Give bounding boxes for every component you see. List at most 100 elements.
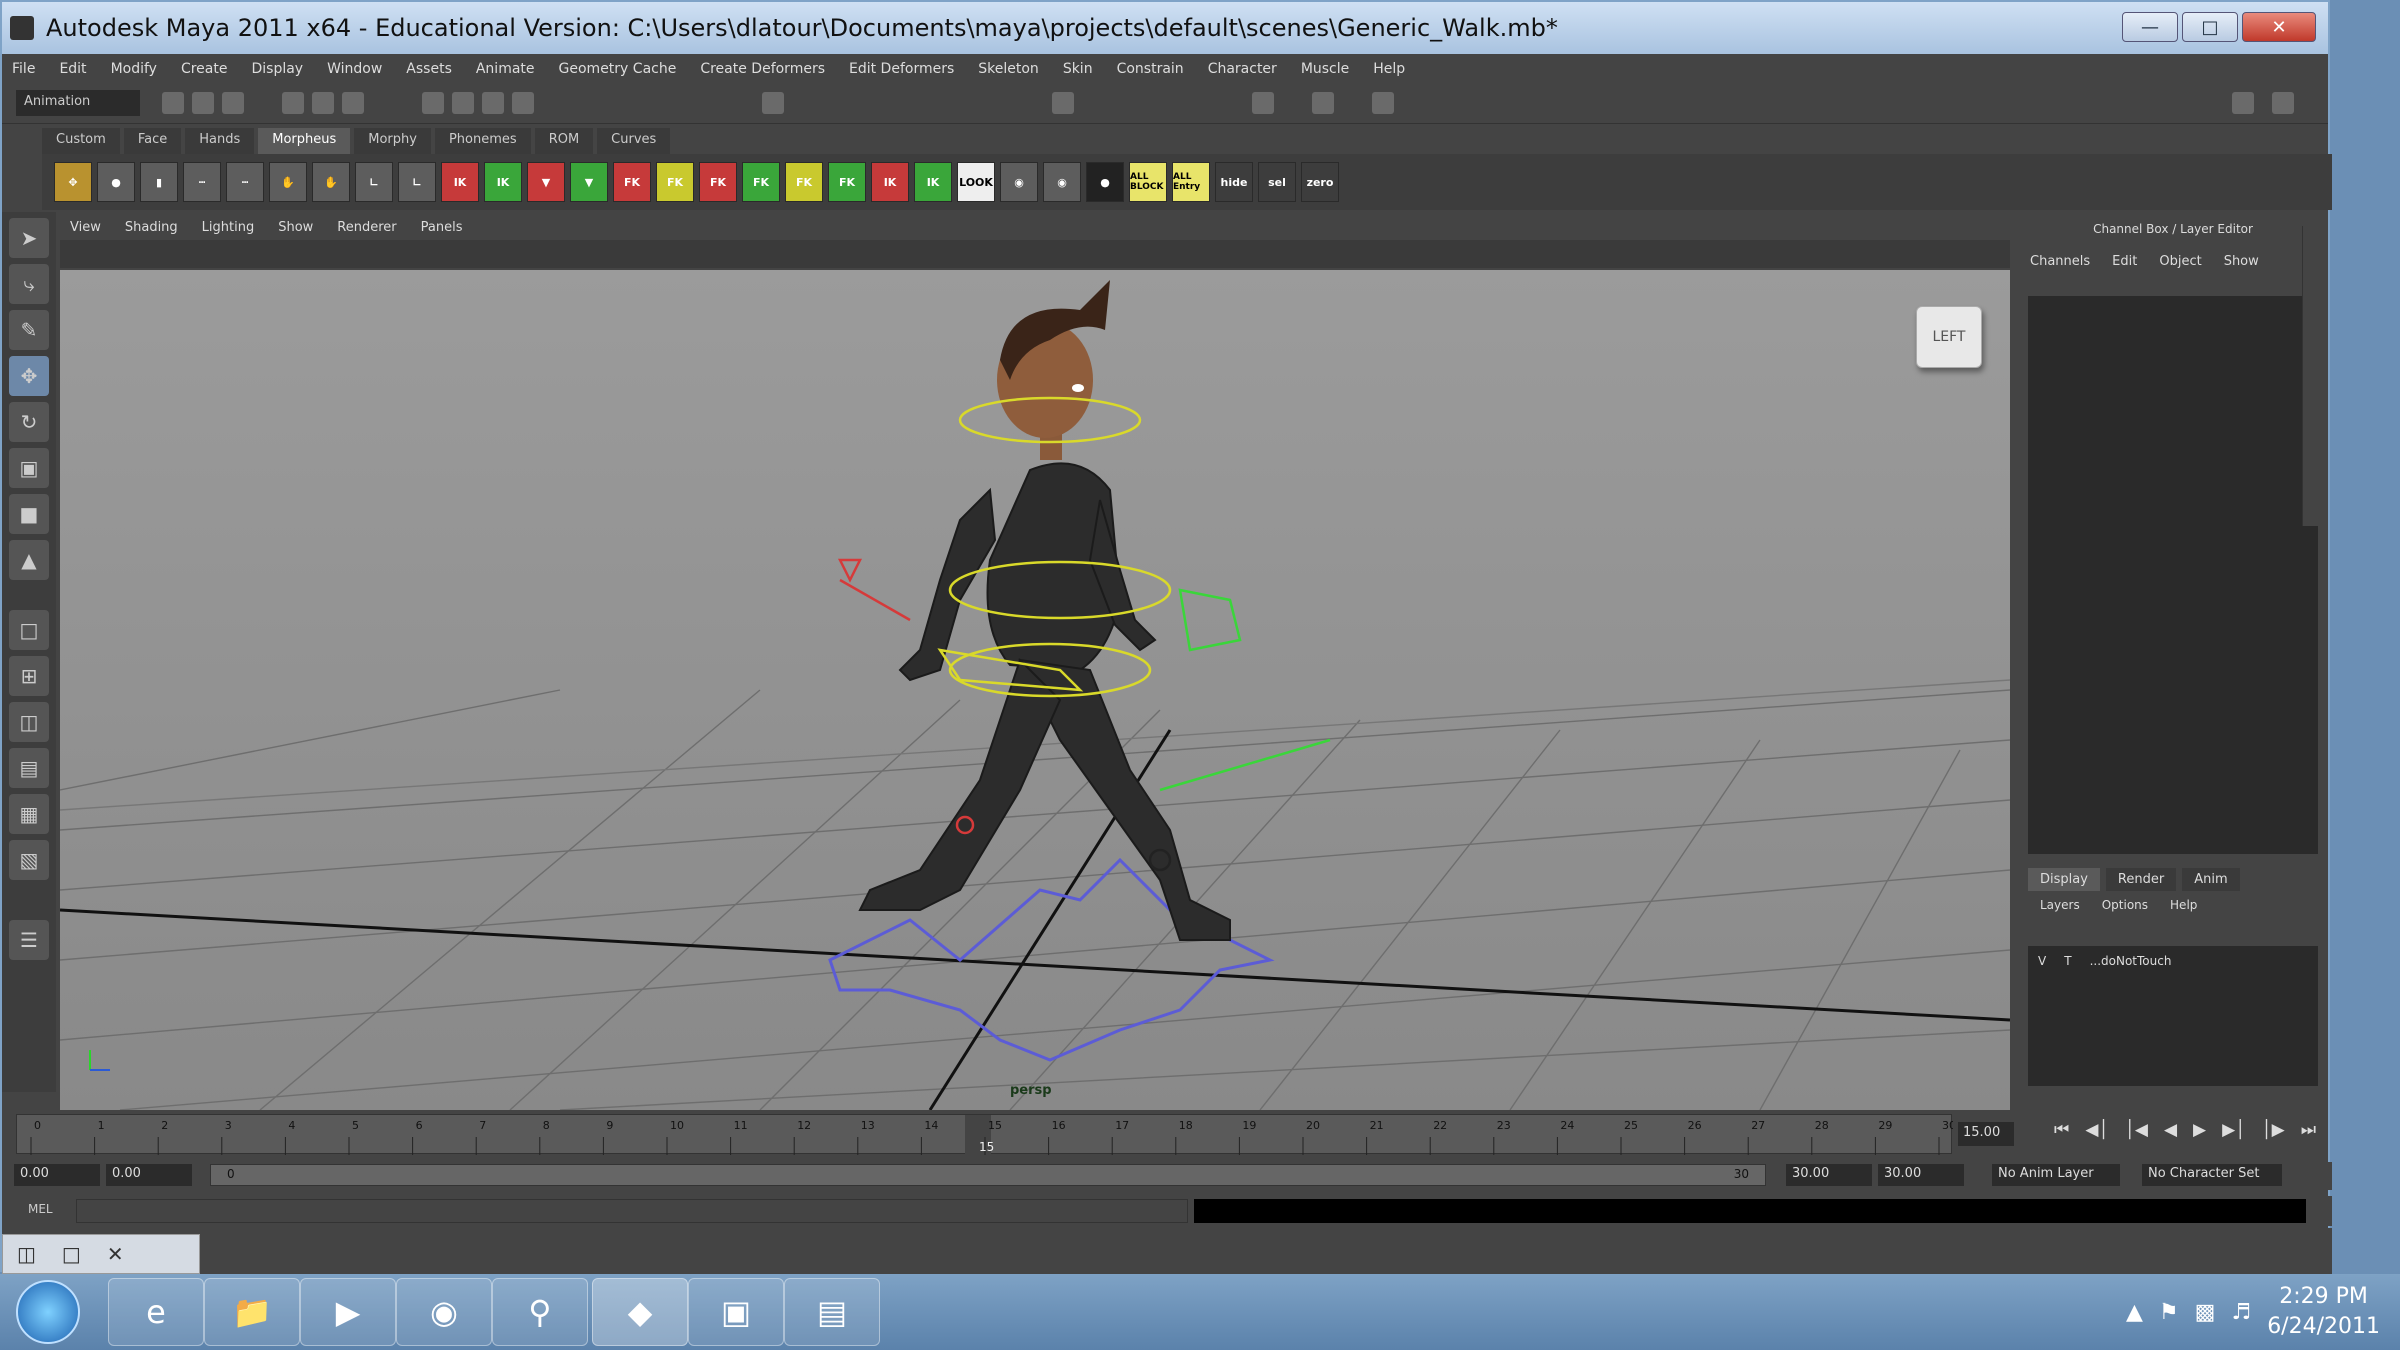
anim-end-field[interactable]: 30.00 (1878, 1164, 1964, 1186)
mel-input[interactable] (76, 1199, 1188, 1223)
open-scene-icon[interactable] (192, 92, 214, 114)
shelf-eyes-icon[interactable]: ◉ (1000, 162, 1038, 202)
panel-menu-show[interactable]: Show (278, 220, 313, 235)
layer-row[interactable]: V T ...doNotTouch (2038, 954, 2171, 968)
shelf-foot-l-icon[interactable]: ▼ (527, 162, 565, 202)
photo-viewer-icon[interactable]: ▣ (688, 1278, 784, 1346)
layout-graph-icon[interactable]: ▦ (9, 794, 49, 834)
menu-edit[interactable]: Edit (59, 61, 86, 77)
layout-four-icon[interactable]: ⊞ (9, 656, 49, 696)
layer-menu-options[interactable]: Options (2102, 898, 2148, 912)
current-frame-field[interactable]: 15.00 (1958, 1122, 2014, 1146)
select-tool-icon[interactable]: ➤ (9, 218, 49, 258)
menu-file[interactable]: File (12, 61, 35, 77)
menu-set-selector[interactable]: Animation (16, 90, 140, 116)
clock[interactable]: 2:29 PM 6/24/2011 (2267, 1282, 2380, 1342)
shelf-hand-l-icon[interactable]: ✋ (269, 162, 307, 202)
last-tool-icon[interactable]: ▲ (9, 540, 49, 580)
shelf-torso-icon[interactable]: ▮ (140, 162, 178, 202)
menu-muscle[interactable]: Muscle (1301, 61, 1349, 77)
shelf-hand-r-icon[interactable]: ✋ (312, 162, 350, 202)
shelf-ik-l-icon[interactable]: IK (441, 162, 479, 202)
tool-more-icon[interactable]: ☰ (9, 920, 49, 960)
volume-icon[interactable]: ♬ (2231, 1300, 2251, 1325)
snap-curve-icon[interactable] (452, 92, 474, 114)
scale-tool-icon[interactable]: ▣ (9, 448, 49, 488)
layer-tab-display[interactable]: Display (2028, 868, 2100, 891)
input-field-y[interactable] (1312, 92, 1334, 114)
manipulator-icon[interactable]: ■ (9, 494, 49, 534)
range-slider[interactable]: 0 30 (210, 1164, 1766, 1186)
toggle-channel-box-icon[interactable] (2232, 92, 2254, 114)
layer-visibility-toggle[interactable]: V (2038, 954, 2046, 968)
go-to-end-icon[interactable]: ⏭ (2301, 1120, 2316, 1140)
menu-create-deformers[interactable]: Create Deformers (700, 61, 825, 77)
snap-view-icon[interactable] (512, 92, 534, 114)
cb-menu-channels[interactable]: Channels (2030, 254, 2090, 269)
rotate-tool-icon[interactable]: ↻ (9, 402, 49, 442)
menu-skin[interactable]: Skin (1063, 61, 1093, 77)
layer-template-toggle[interactable]: T (2064, 954, 2071, 968)
step-forward-frame-icon[interactable]: ▶│ (2222, 1120, 2245, 1140)
panel-menu-view[interactable]: View (70, 220, 101, 235)
shelf-eyes-2-icon[interactable]: ◉ (1043, 162, 1081, 202)
menu-character[interactable]: Character (1208, 61, 1277, 77)
start-button[interactable] (16, 1280, 80, 1344)
shelf-fk-1-icon[interactable]: FK (613, 162, 651, 202)
shelf-sel-button[interactable]: sel (1258, 162, 1296, 202)
time-slider[interactable]: 0 1 2 3 4 5 6 7 8 9 10 11 12 13 14 15 16 17 18 19 20 21 22 23 24… (16, 1114, 1956, 1155)
cb-menu-show[interactable]: Show (2224, 254, 2259, 269)
layer-tab-anim[interactable]: Anim (2182, 868, 2240, 891)
shelf-all-entry-button[interactable]: ALL Entry (1172, 162, 1210, 202)
perspective-viewport[interactable]: LEFT persp (60, 270, 2010, 1110)
layer-menu-help[interactable]: Help (2170, 898, 2197, 912)
shelf-all-block-button[interactable]: ALL BLOCK (1129, 162, 1167, 202)
toggle-attribute-editor-icon[interactable] (2272, 92, 2294, 114)
select-object-icon[interactable] (312, 92, 334, 114)
tab-custom[interactable]: Custom (42, 128, 120, 154)
cb-menu-edit[interactable]: Edit (2112, 254, 2137, 269)
step-forward-key-icon[interactable]: │▶ (2261, 1120, 2284, 1140)
shelf-mask-icon[interactable]: ● (1086, 162, 1124, 202)
shelf-fk-3-icon[interactable]: FK (699, 162, 737, 202)
menu-modify[interactable]: Modify (111, 61, 157, 77)
layout-persp-outliner-icon[interactable]: ▤ (9, 748, 49, 788)
tab-rom[interactable]: ROM (534, 128, 594, 154)
layout-hypershade-icon[interactable]: ▧ (9, 840, 49, 880)
layout-side-icon[interactable]: ◫ (9, 702, 49, 742)
shelf-fk-4-icon[interactable]: FK (742, 162, 780, 202)
construction-history-icon[interactable] (762, 92, 784, 114)
menu-edit-deformers[interactable]: Edit Deformers (849, 61, 954, 77)
shelf-ik-3-icon[interactable]: IK (871, 162, 909, 202)
save-scene-icon[interactable] (222, 92, 244, 114)
shelf-ik-4-icon[interactable]: IK (914, 162, 952, 202)
new-scene-icon[interactable] (162, 92, 184, 114)
tab-face[interactable]: Face (123, 128, 182, 154)
view-cube[interactable]: LEFT (1916, 306, 1982, 368)
move-tool-icon[interactable]: ✥ (9, 356, 49, 396)
show-hidden-icons-icon[interactable]: ▲ (2126, 1300, 2143, 1325)
input-field-z[interactable] (1372, 92, 1394, 114)
playback-end-field[interactable]: 30.00 (1786, 1164, 1872, 1186)
menu-help[interactable]: Help (1373, 61, 1405, 77)
tab-morphy[interactable]: Morphy (354, 128, 431, 154)
minimize-button[interactable]: — (2122, 12, 2178, 42)
select-component-icon[interactable] (342, 92, 364, 114)
shelf-fk-6-icon[interactable]: FK (828, 162, 866, 202)
render-icon[interactable] (1052, 92, 1074, 114)
anim-layer-selector[interactable]: No Anim Layer (1992, 1164, 2120, 1186)
shelf-move-icon[interactable]: ✥ (54, 162, 92, 202)
cb-menu-object[interactable]: Object (2159, 254, 2201, 269)
maximize-button[interactable]: □ (2182, 12, 2238, 42)
network-icon[interactable]: ▩ (2195, 1300, 2216, 1325)
restore-icon[interactable]: ◫ (17, 1242, 36, 1266)
tab-morpheus[interactable]: Morpheus (258, 128, 351, 154)
close-button[interactable]: ✕ (2242, 12, 2316, 42)
tab-phonemes[interactable]: Phonemes (434, 128, 531, 154)
shelf-arm-r-icon[interactable]: ┅ (226, 162, 264, 202)
shelf-zero-button[interactable]: zero (1301, 162, 1339, 202)
maya-taskbar-icon[interactable]: ◆ (592, 1278, 688, 1346)
layer-tab-render[interactable]: Render (2105, 868, 2177, 891)
menu-skeleton[interactable]: Skeleton (978, 61, 1039, 77)
shelf-hide-button[interactable]: hide (1215, 162, 1253, 202)
